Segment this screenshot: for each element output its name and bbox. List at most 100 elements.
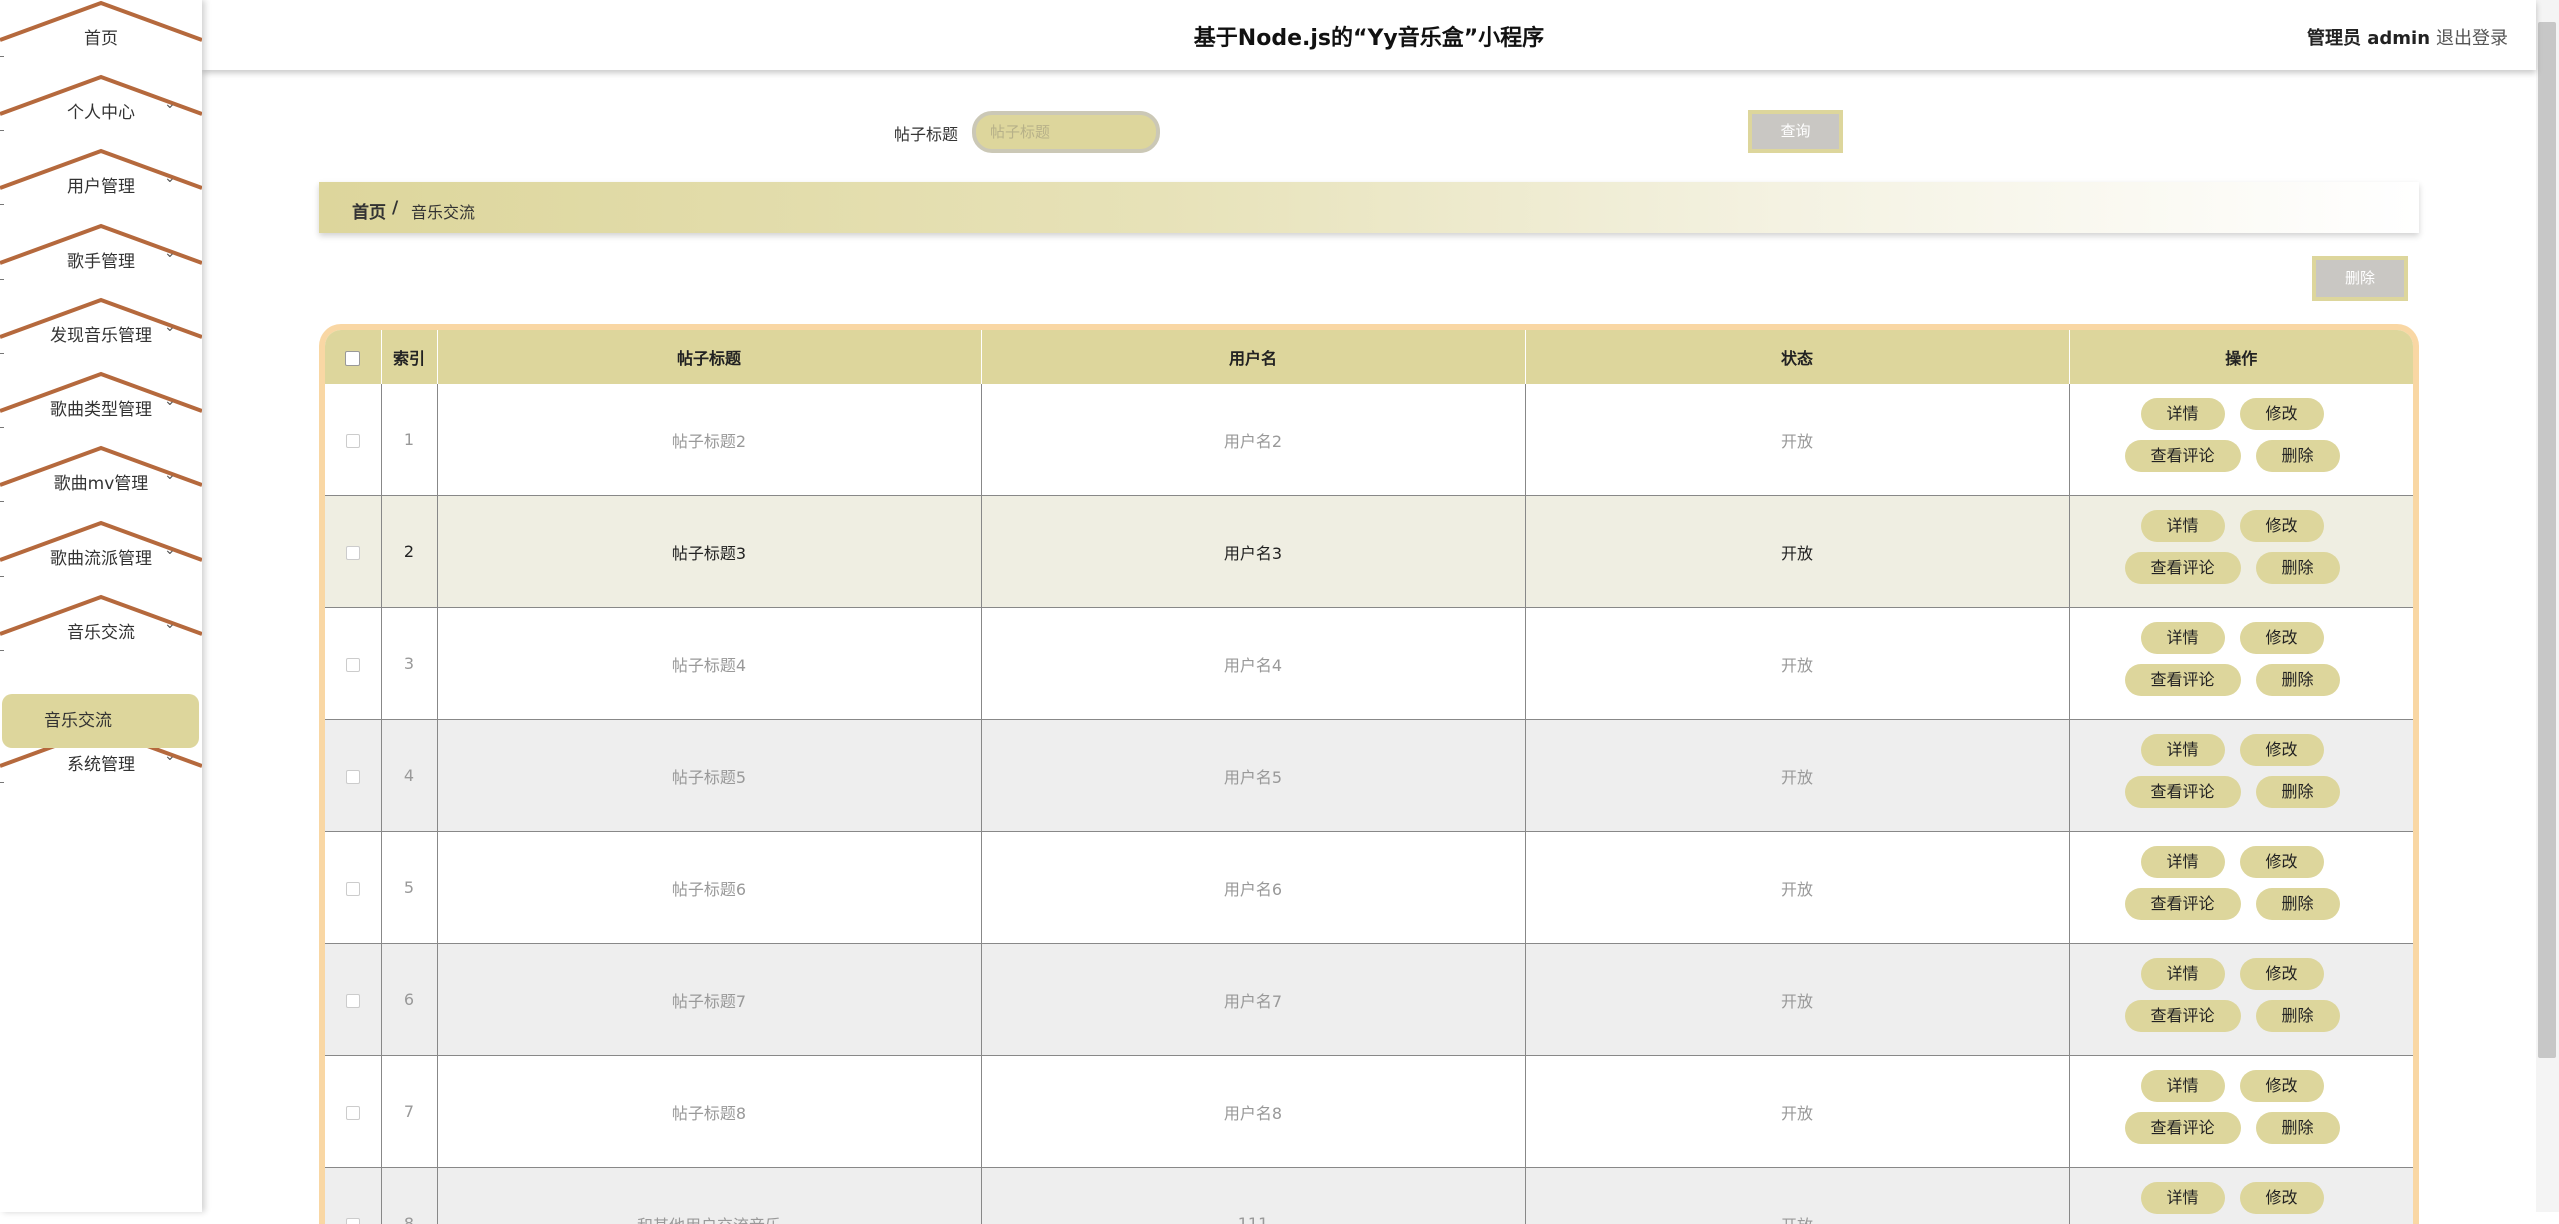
sidebar-divider [0, 279, 4, 280]
sidebar-item-6[interactable]: 歌曲mv管理⌄ [0, 445, 202, 519]
header-index: 索引 [381, 330, 437, 384]
sidebar-divider [0, 501, 4, 502]
detail-button[interactable]: 详情 [2141, 1182, 2225, 1214]
view-comments-button[interactable]: 查看评论 [2125, 1112, 2241, 1144]
view-comments-button[interactable]: 查看评论 [2125, 664, 2241, 696]
header-status: 状态 [1525, 330, 2069, 384]
row-index: 2 [381, 496, 437, 608]
sidebar-item-label: 首页 [0, 24, 202, 49]
sidebar-item-4[interactable]: 发现音乐管理⌄ [0, 297, 202, 371]
sidebar-divider [0, 782, 4, 783]
sidebar-divider [0, 204, 4, 205]
edit-button[interactable]: 修改 [2240, 1070, 2324, 1102]
select-all-header [325, 330, 381, 384]
header-actions: 操作 [2069, 330, 2413, 384]
delete-row-button[interactable]: 删除 [2256, 776, 2340, 808]
table-row[interactable]: 4帖子标题5用户名5开放详情修改查看评论删除 [325, 720, 2413, 832]
chevron-down-icon: ⌄ [164, 393, 176, 409]
edit-button[interactable]: 修改 [2240, 958, 2324, 990]
row-index: 5 [381, 832, 437, 944]
row-index: 8 [381, 1168, 437, 1224]
sidebar-item-8[interactable]: 音乐交流⌄ [0, 594, 202, 668]
table-row[interactable]: 7帖子标题8用户名8开放详情修改查看评论删除 [325, 1056, 2413, 1168]
row-username: 111 [981, 1168, 1525, 1224]
table-row[interactable]: 3帖子标题4用户名4开放详情修改查看评论删除 [325, 608, 2413, 720]
row-title: 帖子标题5 [437, 720, 981, 832]
row-checkbox[interactable] [346, 658, 360, 672]
delete-row-button[interactable]: 删除 [2256, 440, 2340, 472]
app-title: 基于Node.js的“Yy音乐盒”小程序 [202, 20, 2536, 52]
scrollbar-thumb[interactable] [2538, 22, 2556, 1058]
breadcrumb-current: 音乐交流 [411, 199, 475, 223]
row-status: 开放 [1525, 944, 2069, 1056]
header-title: 帖子标题 [437, 330, 981, 384]
view-comments-button[interactable]: 查看评论 [2125, 776, 2241, 808]
delete-row-button[interactable]: 删除 [2256, 664, 2340, 696]
table-header-row: 索引 帖子标题 用户名 状态 操作 [325, 330, 2413, 384]
sidebar-item-5[interactable]: 歌曲类型管理⌄ [0, 371, 202, 445]
detail-button[interactable]: 详情 [2141, 734, 2225, 766]
row-checkbox[interactable] [346, 1218, 360, 1224]
row-username: 用户名4 [981, 608, 1525, 720]
batch-delete-button[interactable]: 删除 [2312, 256, 2408, 301]
sidebar-item-1[interactable]: 个人中心⌄ [0, 74, 202, 148]
sidebar-item-0[interactable]: 首页 [0, 0, 202, 74]
row-actions: 详情修改查看评论删除 [2069, 1168, 2413, 1224]
row-checkbox[interactable] [346, 882, 360, 896]
search-input[interactable] [972, 111, 1160, 153]
edit-button[interactable]: 修改 [2240, 398, 2324, 430]
row-status: 开放 [1525, 608, 2069, 720]
row-checkbox[interactable] [346, 1106, 360, 1120]
row-checkbox[interactable] [346, 770, 360, 784]
table-row[interactable]: 5帖子标题6用户名6开放详情修改查看评论删除 [325, 832, 2413, 944]
view-comments-button[interactable]: 查看评论 [2125, 888, 2241, 920]
delete-row-button[interactable]: 删除 [2256, 888, 2340, 920]
detail-button[interactable]: 详情 [2141, 846, 2225, 878]
edit-button[interactable]: 修改 [2240, 622, 2324, 654]
row-title: 帖子标题3 [437, 496, 981, 608]
delete-row-button[interactable]: 删除 [2256, 552, 2340, 584]
sidebar-item-3[interactable]: 歌手管理⌄ [0, 223, 202, 297]
delete-row-button[interactable]: 删除 [2256, 1000, 2340, 1032]
sidebar-divider [0, 427, 4, 428]
sidebar-item-2[interactable]: 用户管理⌄ [0, 148, 202, 222]
view-comments-button[interactable]: 查看评论 [2125, 1000, 2241, 1032]
view-comments-button[interactable]: 查看评论 [2125, 552, 2241, 584]
row-select-cell [325, 608, 381, 720]
detail-button[interactable]: 详情 [2141, 398, 2225, 430]
table-row[interactable]: 6帖子标题7用户名7开放详情修改查看评论删除 [325, 944, 2413, 1056]
table-row[interactable]: 8和其他用户交流音乐111开放详情修改查看评论删除 [325, 1168, 2413, 1224]
edit-button[interactable]: 修改 [2240, 510, 2324, 542]
row-checkbox[interactable] [346, 546, 360, 560]
edit-button[interactable]: 修改 [2240, 734, 2324, 766]
row-title: 帖子标题2 [437, 384, 981, 496]
row-checkbox[interactable] [346, 994, 360, 1008]
select-all-checkbox[interactable] [345, 351, 360, 366]
row-index: 1 [381, 384, 437, 496]
query-button[interactable]: 查询 [1748, 110, 1843, 153]
detail-button[interactable]: 详情 [2141, 1070, 2225, 1102]
row-title: 帖子标题4 [437, 608, 981, 720]
chevron-down-icon: ⌄ [164, 467, 176, 483]
row-select-cell [325, 720, 381, 832]
edit-button[interactable]: 修改 [2240, 1182, 2324, 1214]
chevron-down-icon: ⌄ [164, 96, 176, 112]
delete-row-button[interactable]: 删除 [2256, 1112, 2340, 1144]
sidebar-item-7[interactable]: 歌曲流派管理⌄ [0, 520, 202, 594]
view-comments-button[interactable]: 查看评论 [2125, 440, 2241, 472]
row-status: 开放 [1525, 384, 2069, 496]
table-row[interactable]: 2帖子标题3用户名3开放详情修改查看评论删除 [325, 496, 2413, 608]
sidebar-subitem-music-exchange[interactable]: 音乐交流 [2, 694, 199, 748]
table-row[interactable]: 1帖子标题2用户名2开放详情修改查看评论删除 [325, 384, 2413, 496]
admin-label: 管理员 admin [2307, 24, 2430, 50]
logout-link[interactable]: 退出登录 [2436, 24, 2508, 50]
breadcrumb-home[interactable]: 首页 [352, 198, 386, 223]
row-checkbox[interactable] [346, 434, 360, 448]
chevron-down-icon: ⌄ [164, 170, 176, 186]
row-actions: 详情修改查看评论删除 [2069, 384, 2413, 496]
row-title: 和其他用户交流音乐 [437, 1168, 981, 1224]
edit-button[interactable]: 修改 [2240, 846, 2324, 878]
detail-button[interactable]: 详情 [2141, 622, 2225, 654]
detail-button[interactable]: 详情 [2141, 958, 2225, 990]
detail-button[interactable]: 详情 [2141, 510, 2225, 542]
